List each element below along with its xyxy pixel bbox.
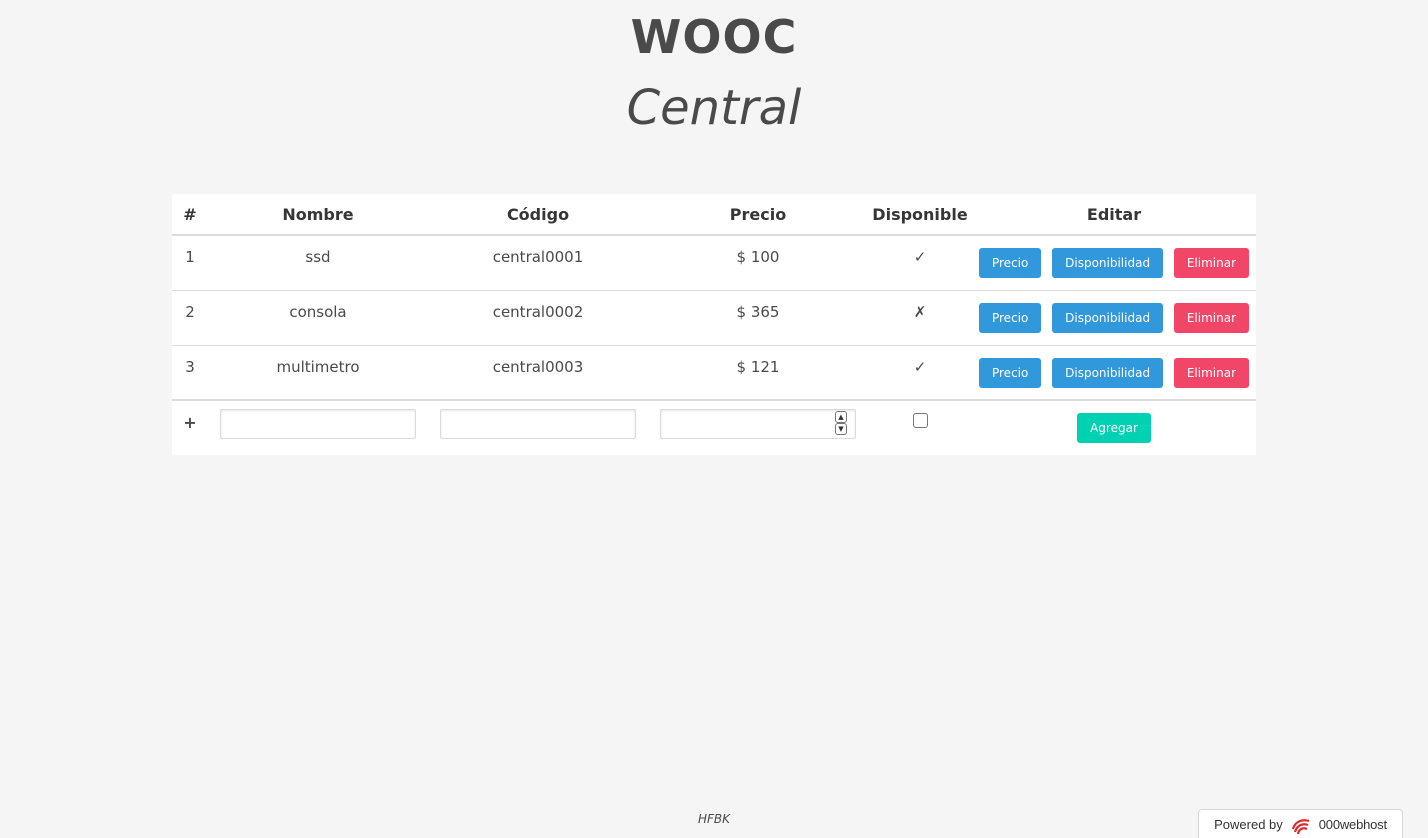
row-code: central0002 — [428, 290, 648, 346]
webhost-logo-icon — [1291, 818, 1310, 834]
delete-button[interactable]: Eliminar — [1173, 302, 1250, 333]
row-number: 1 — [172, 235, 208, 291]
add-product-row: + ▲ ▼ Agregar — [172, 399, 1256, 455]
new-available-checkbox[interactable] — [912, 413, 928, 428]
new-code-input[interactable] — [440, 409, 636, 439]
edit-price-button[interactable]: Precio — [978, 357, 1042, 388]
row-code: central0003 — [428, 345, 648, 401]
row-price: $ 100 — [648, 235, 868, 291]
edit-price-button[interactable]: Precio — [978, 248, 1042, 278]
edit-price-button[interactable]: Precio — [978, 302, 1042, 333]
col-header-price: Precio — [648, 194, 868, 236]
table-row: 2 consola central0002 $ 365 ✗ Precio Dis… — [172, 290, 1256, 346]
add-row-plus-label: + — [183, 413, 197, 432]
row-number: 3 — [172, 345, 208, 401]
row-price: $ 121 — [648, 345, 868, 401]
chevron-up-icon[interactable]: ▲ — [835, 411, 847, 423]
products-table: # Nombre Código Precio Disponible Editar… — [172, 194, 1256, 455]
chevron-down-icon[interactable]: ▼ — [835, 423, 847, 435]
row-actions: Precio Disponibilidad Eliminar — [972, 345, 1256, 401]
row-code: central0001 — [428, 235, 648, 291]
webhost-brand-name: 000webhost — [1318, 817, 1387, 832]
col-header-code: Código — [428, 194, 648, 236]
new-price-input[interactable] — [660, 409, 856, 439]
table-header-row: # Nombre Código Precio Disponible Editar — [172, 194, 1256, 236]
toggle-availability-button[interactable]: Disponibilidad — [1052, 357, 1164, 388]
products-table-container: # Nombre Código Precio Disponible Editar… — [172, 194, 1256, 455]
toggle-availability-button[interactable]: Disponibilidad — [1052, 248, 1164, 278]
row-actions: Precio Disponibilidad Eliminar — [972, 290, 1256, 346]
page-subtitle: Central — [626, 80, 802, 136]
row-available-icon: ✓ — [868, 345, 972, 401]
table-row: 3 multimetro central0003 $ 121 ✓ Precio … — [172, 345, 1256, 401]
col-header-number: # — [172, 194, 208, 236]
row-actions: Precio Disponibilidad Eliminar — [972, 235, 1256, 291]
powered-by-label: Powered by — [1214, 817, 1283, 832]
row-name: ssd — [208, 235, 428, 291]
add-button[interactable]: Agregar — [1077, 413, 1151, 443]
price-stepper[interactable]: ▲ ▼ — [835, 411, 847, 436]
page: WOOC Central # Nombre Código Precio Disp… — [0, 0, 1428, 838]
row-number: 2 — [172, 290, 208, 346]
row-available-icon: ✗ — [868, 290, 972, 346]
new-price-input-wrapper: ▲ ▼ — [660, 409, 856, 439]
delete-button[interactable]: Eliminar — [1173, 357, 1250, 388]
row-name: multimetro — [208, 345, 428, 401]
toggle-availability-button[interactable]: Disponibilidad — [1052, 302, 1164, 333]
col-header-available: Disponible — [868, 194, 972, 236]
col-header-name: Nombre — [208, 194, 428, 236]
row-price: $ 365 — [648, 290, 868, 346]
brand-title: WOOC — [630, 10, 798, 64]
delete-button[interactable]: Eliminar — [1173, 248, 1250, 278]
col-header-edit: Editar — [972, 194, 1256, 236]
row-name: consola — [208, 290, 428, 346]
row-available-icon: ✓ — [868, 235, 972, 291]
powered-by-badge[interactable]: Powered by 000webhost — [1198, 809, 1403, 838]
new-name-input[interactable] — [220, 409, 416, 439]
table-row: 1 ssd central0001 $ 100 ✓ Precio Disponi… — [172, 235, 1256, 291]
